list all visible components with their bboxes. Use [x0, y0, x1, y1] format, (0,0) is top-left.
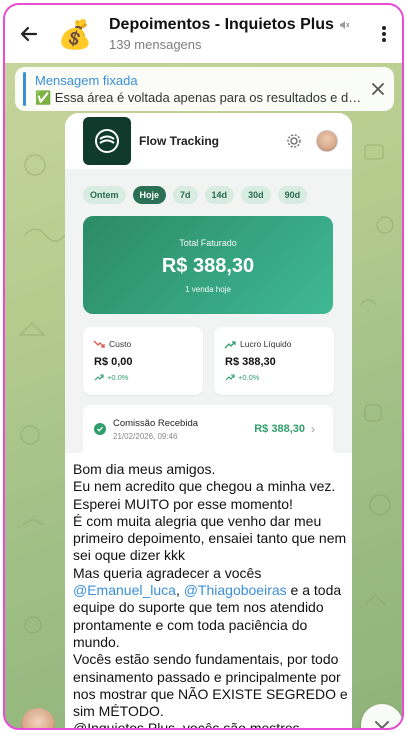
pinned-message-preview: ✅ Essa área é voltada apenas para os res… — [35, 89, 362, 105]
message-text-part3: e a toda equipe do suporte que tem nos a… — [73, 582, 348, 730]
kebab-menu-icon — [382, 26, 386, 42]
commission-value: R$ 388,30 — [254, 423, 305, 435]
app-name: Flow Tracking — [139, 134, 220, 148]
net-profit-card: Lucro Líquido R$ 388,30 +0.0% — [214, 327, 334, 395]
commission-date: 21/02/2026, 09:46 — [113, 431, 178, 441]
pinned-text-area: Mensagem fixada ✅ Essa área é voltada ap… — [35, 73, 362, 106]
cost-delta: +0.0% — [107, 373, 129, 382]
message-count: 139 mensagens — [109, 37, 202, 52]
trend-up-icon — [94, 374, 104, 381]
chip-30d[interactable]: 30d — [241, 186, 271, 204]
trend-up-icon — [224, 340, 236, 348]
chip-90d[interactable]: 90d — [277, 186, 308, 204]
cost-card-header: Custo — [93, 339, 203, 349]
commission-title: Comissão Recebida — [113, 417, 199, 429]
profit-card-header: Lucro Líquido — [224, 339, 334, 349]
message-text-part2: , — [175, 582, 184, 599]
total-revenue-card: Total Faturado R$ 388,30 1 venda hoje — [83, 216, 333, 314]
mention-emanuel[interactable]: @Emanuel_luca — [73, 582, 176, 598]
sender-avatar[interactable] — [21, 708, 55, 728]
pinned-label: Mensagem fixada — [35, 72, 138, 88]
pinned-message-bar[interactable]: Mensagem fixada ✅ Essa área é voltada ap… — [15, 67, 394, 111]
back-button[interactable] — [5, 5, 53, 63]
app-top-bar: Flow Tracking — [65, 113, 352, 169]
more-options-button[interactable] — [366, 5, 402, 63]
pinned-accent-bar — [23, 72, 26, 106]
commission-text: Comissão Recebida 21/02/2026, 09:46 — [113, 418, 254, 441]
cost-card: Custo R$ 0,00 +0.0% — [83, 327, 203, 395]
scroll-to-bottom-button[interactable] — [361, 704, 402, 728]
logo-icon — [95, 129, 119, 153]
message-text-part1: Bom dia meus amigos. Eu nem acredito que… — [73, 461, 347, 581]
profit-delta-row: +0.0% — [225, 373, 334, 382]
total-revenue-value: R$ 388,30 — [161, 255, 255, 277]
cost-label: Custo — [109, 339, 132, 349]
chat-title-row: Depoimentos - Inquietos Plus — [109, 16, 366, 34]
total-revenue-label: Total Faturado — [179, 238, 237, 248]
chip-14d[interactable]: 14d — [204, 186, 235, 204]
phone-frame: 💰 Depoimentos - Inquietos Plus 139 mensa… — [3, 3, 404, 730]
chat-header: 💰 Depoimentos - Inquietos Plus 139 mensa… — [5, 5, 402, 63]
attached-screenshot[interactable]: Flow Tracking Ontem Hoje 7d 14d 30d 90d … — [65, 113, 352, 453]
chip-hoje[interactable]: Hoje — [132, 186, 167, 204]
period-filter-chips: Ontem Hoje 7d 14d 30d 90d — [83, 186, 308, 204]
message-text: Bom dia meus amigos. Eu nem acredito que… — [73, 461, 351, 730]
muted-speaker-icon — [339, 21, 350, 29]
chat-title: Depoimentos - Inquietos Plus — [109, 16, 334, 33]
mention-thiago[interactable]: @Thiagoboeiras — [184, 582, 287, 598]
profit-delta: +0.0% — [238, 373, 260, 382]
profit-value: R$ 388,30 — [225, 356, 276, 368]
close-pinned-button[interactable] — [362, 67, 394, 111]
close-icon — [372, 83, 384, 95]
chip-7d[interactable]: 7d — [173, 186, 198, 204]
message-bubble[interactable]: Flow Tracking Ontem Hoje 7d 14d 30d 90d … — [65, 113, 352, 730]
sales-today: 1 venda hoje — [185, 285, 231, 294]
chat-avatar[interactable]: 💰 — [55, 14, 95, 54]
cost-delta-row: +0.0% — [94, 373, 203, 382]
profit-label: Lucro Líquido — [240, 339, 292, 349]
user-avatar — [316, 130, 338, 152]
commission-row[interactable]: Comissão Recebida 21/02/2026, 09:46 R$ 3… — [83, 405, 333, 453]
check-circle-icon — [94, 423, 106, 435]
chevron-right-icon: › — [311, 422, 315, 436]
arrow-left-icon — [20, 26, 38, 42]
chip-ontem[interactable]: Ontem — [83, 186, 126, 204]
chevron-down-icon — [375, 721, 389, 728]
trend-up-icon — [225, 374, 235, 381]
flow-tracking-logo — [83, 117, 131, 165]
trend-down-icon — [93, 340, 105, 348]
gear-icon — [287, 134, 301, 148]
cost-value: R$ 0,00 — [94, 356, 133, 368]
chat-title-area[interactable]: Depoimentos - Inquietos Plus 139 mensage… — [109, 16, 366, 52]
